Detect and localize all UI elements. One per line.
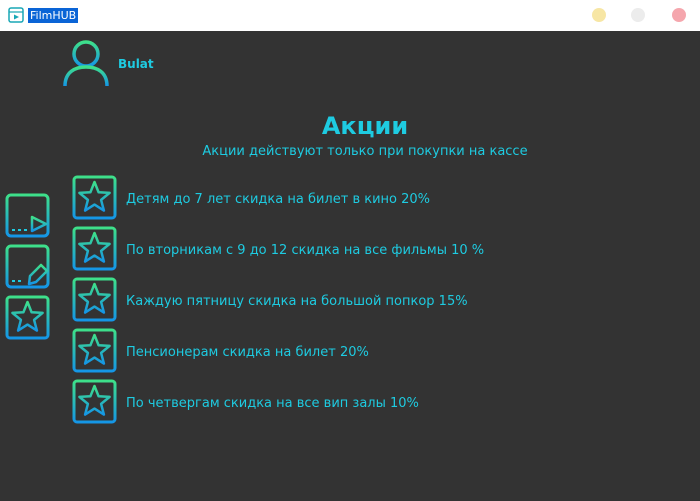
film-play-icon <box>5 193 50 238</box>
promo-text: По четвергам скидка на все вип залы 10% <box>126 396 419 411</box>
window-title: FilmHUB <box>28 8 79 23</box>
page-title: Акции <box>321 112 409 140</box>
sidebar-item-films[interactable] <box>5 193 50 238</box>
promo-star-icon <box>72 277 117 322</box>
promo-text: Детям до 7 лет скидка на билет в кино 20… <box>126 192 431 207</box>
sidebar-item-promotions[interactable] <box>5 295 50 340</box>
close-button[interactable] <box>672 8 686 22</box>
promo-star-icon <box>72 328 117 373</box>
sidebar-item-edit[interactable] <box>5 244 50 289</box>
promo-text: По вторникам с 9 до 12 скидка на все фил… <box>126 243 485 258</box>
user-avatar-icon[interactable] <box>61 38 111 88</box>
film-edit-icon <box>5 244 50 289</box>
page-subtitle: Акции действуют только при покупки на ка… <box>202 144 528 159</box>
promo-star-icon <box>72 379 117 424</box>
username-label: Bulat <box>118 57 154 71</box>
minimize-button[interactable] <box>592 8 606 22</box>
promo-star-icon <box>72 226 117 271</box>
promo-text: Каждую пятницу скидка на большой попкор … <box>126 294 468 309</box>
title-bar: FilmHUB <box>0 0 700 31</box>
maximize-button[interactable] <box>631 8 645 22</box>
promo-text: Пенсионерам скидка на билет 20% <box>126 345 369 360</box>
star-icon <box>5 295 50 340</box>
promo-star-icon <box>72 175 117 220</box>
film-app-icon <box>8 7 24 23</box>
